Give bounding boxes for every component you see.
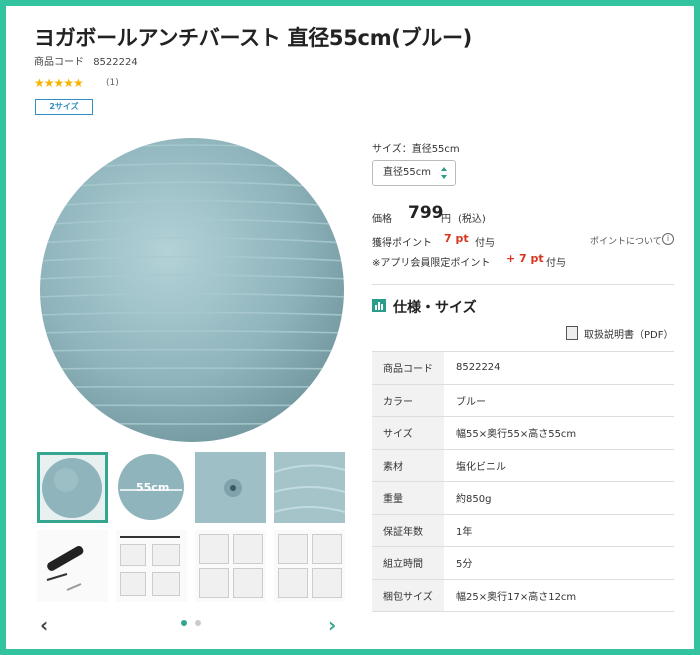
manual-pdf-link[interactable]: 取扱説明書（PDF） bbox=[584, 326, 673, 341]
spec-key: 重量 bbox=[372, 481, 444, 515]
product-title: ヨガボールアンチバースト 直径55cm(ブルー) bbox=[34, 26, 472, 50]
spec-value: 1年 bbox=[444, 513, 674, 547]
carousel-dot[interactable] bbox=[195, 620, 201, 626]
app-points-label: ※アプリ会員限定ポイント bbox=[372, 258, 491, 269]
product-code: 商品コード 8522224 bbox=[34, 53, 138, 68]
points-info-link[interactable]: ポイントについて bbox=[590, 234, 662, 247]
spec-key: 商品コード bbox=[372, 351, 444, 385]
spec-key: カラー bbox=[372, 383, 444, 417]
points-label: 獲得ポイント bbox=[372, 238, 432, 249]
spec-key: 素材 bbox=[372, 448, 444, 482]
points-value: 7 pt bbox=[444, 232, 469, 245]
size-label: サイズ：直径55cm bbox=[372, 144, 460, 155]
spec-value: 8522224 bbox=[444, 351, 674, 385]
table-row: 素材 塩化ビニル bbox=[372, 448, 674, 482]
thumbnail-texture[interactable] bbox=[274, 452, 345, 523]
table-row: カラー ブルー bbox=[372, 383, 674, 417]
price-value: 799 bbox=[408, 203, 444, 223]
price-unit: 円 bbox=[441, 214, 451, 225]
thumbnail-ball[interactable] bbox=[37, 452, 108, 523]
price-label: 価格 bbox=[372, 214, 392, 225]
table-row: 重量 約850g bbox=[372, 481, 674, 515]
product-code-label: 商品コード bbox=[34, 57, 84, 68]
table-row: 商品コード 8522224 bbox=[372, 351, 674, 385]
product-code-value: 8522224 bbox=[93, 57, 138, 68]
table-row: サイズ 幅55×奥行55×高さ55cm bbox=[372, 416, 674, 450]
thumbnail-guide-2[interactable] bbox=[195, 530, 266, 602]
spec-value: 幅55×奥行55×高さ55cm bbox=[444, 416, 674, 450]
size-variants-badge: 2サイズ bbox=[35, 99, 93, 115]
divider bbox=[372, 284, 674, 285]
price-tax: (税込) bbox=[458, 214, 486, 225]
spec-value: ブルー bbox=[444, 383, 674, 417]
thumbnail-guide-1[interactable] bbox=[116, 530, 187, 602]
thumbnail-pump[interactable] bbox=[37, 530, 108, 602]
spec-heading: 仕様・サイズ bbox=[393, 300, 477, 316]
spec-value: 塩化ビニル bbox=[444, 448, 674, 482]
thumbnail-row-1: 55cm bbox=[37, 452, 345, 524]
spec-key: 梱包サイズ bbox=[372, 578, 444, 612]
thumbnail-size-label: 55cm bbox=[136, 481, 170, 494]
chevron-right-icon[interactable]: › bbox=[328, 613, 336, 637]
app-points-suffix: 付与 bbox=[546, 258, 566, 269]
info-icon[interactable]: i bbox=[662, 233, 674, 245]
spec-value: 約850g bbox=[444, 481, 674, 515]
thumbnail-valve[interactable] bbox=[195, 452, 266, 523]
size-select[interactable]: 直径55cm bbox=[372, 160, 456, 186]
spec-key: サイズ bbox=[372, 416, 444, 450]
spec-key: 保証年数 bbox=[372, 513, 444, 547]
main-product-image[interactable] bbox=[37, 135, 347, 445]
table-row: 組立時間 5分 bbox=[372, 546, 674, 580]
spec-key: 組立時間 bbox=[372, 546, 444, 580]
document-icon bbox=[566, 326, 578, 340]
spec-chart-icon bbox=[372, 299, 386, 312]
size-select-value: 直径55cm bbox=[383, 167, 431, 178]
carousel-dot-active[interactable] bbox=[181, 620, 187, 626]
table-row: 保証年数 1年 bbox=[372, 513, 674, 547]
app-points-value: + 7 pt bbox=[506, 252, 544, 265]
spec-value: 幅25×奥行17×高さ12cm bbox=[444, 578, 674, 612]
chevron-left-icon[interactable]: ‹ bbox=[40, 613, 48, 637]
thumbnail-size[interactable]: 55cm bbox=[116, 452, 187, 523]
table-row: 梱包サイズ 幅25×奥行17×高さ12cm bbox=[372, 578, 674, 612]
spec-value: 5分 bbox=[444, 546, 674, 580]
review-count[interactable]: (1) bbox=[106, 78, 119, 88]
spec-table: 商品コード 8522224 カラー ブルー サイズ 幅55×奥行55×高さ55cm 素… bbox=[372, 351, 674, 612]
thumbnail-guide-3[interactable] bbox=[274, 530, 345, 602]
points-suffix: 付与 bbox=[475, 238, 495, 249]
select-caret-icon bbox=[441, 167, 447, 179]
thumbnail-row-2 bbox=[37, 530, 345, 602]
rating-stars[interactable]: ★★★★★ bbox=[34, 76, 84, 90]
